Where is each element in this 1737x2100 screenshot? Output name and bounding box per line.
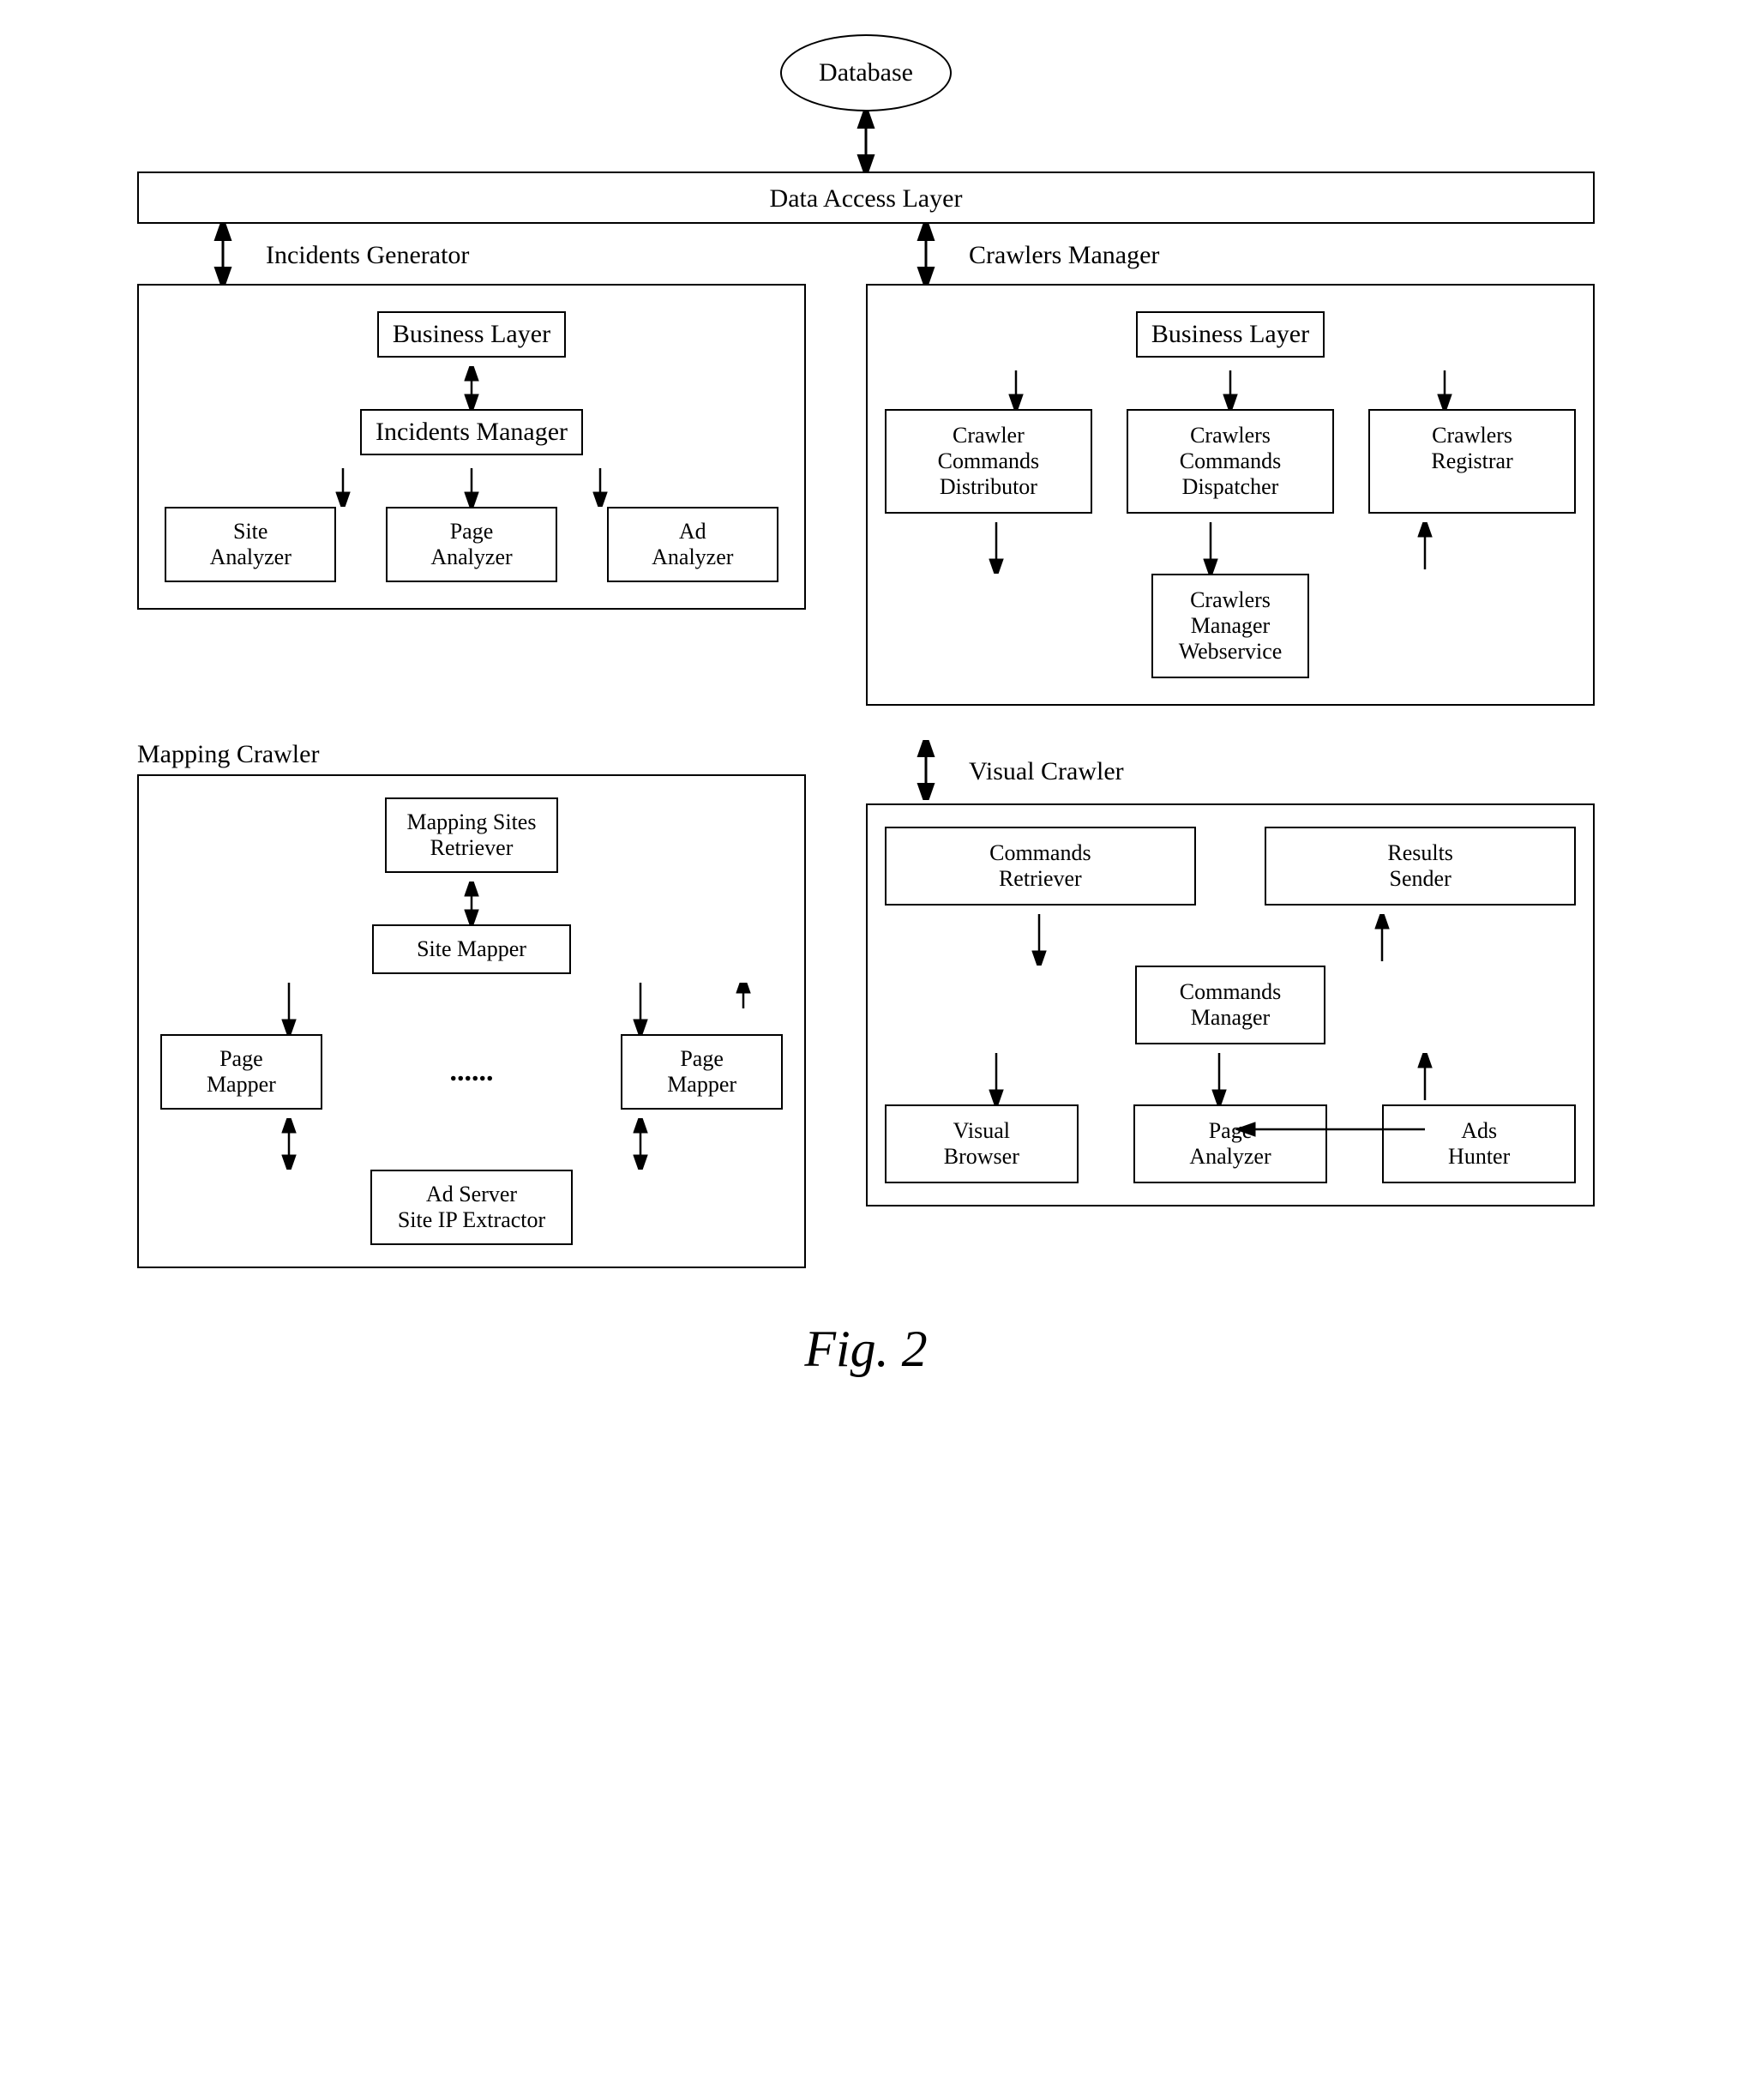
dal-to-cm-arrow [892, 224, 960, 284]
database-node: Database [780, 34, 952, 111]
sm-to-pm-arrows [160, 983, 778, 1034]
commands-retriever: CommandsRetriever [885, 827, 1196, 906]
cm-business-layer: Business Layer [1136, 311, 1325, 358]
bl-to-im-arrow [446, 366, 497, 409]
vc-outer-box: CommandsRetriever ResultsSender [866, 803, 1595, 1206]
dal-label: Data Access Layer [770, 184, 963, 213]
ig-bl-label: Business Layer [393, 320, 550, 348]
dal-to-ig-arrow [189, 224, 257, 284]
ad-analyzer: AdAnalyzer [607, 507, 778, 582]
page-analyzer: PageAnalyzer [386, 507, 557, 582]
mapping-crawler-section: Mapping Crawler Mapping SitesRetriever [137, 740, 806, 1268]
ig-outer-box: Business Layer [137, 284, 806, 610]
vc-top-row: CommandsRetriever ResultsSender [885, 827, 1576, 906]
visual-crawler-section: Visual Crawler CommandsRetriever Results… [866, 740, 1595, 1206]
ad-server-site-ip-extractor: Ad ServerSite IP Extractor [370, 1170, 573, 1245]
crawlers-manager-section: Crawlers Manager Business Layer [866, 224, 1595, 706]
components-to-webservice-arrows [885, 522, 1536, 574]
dal-bar: Data Access Layer [137, 171, 1595, 224]
crawlers-commands-dispatcher: CrawlersCommandsDispatcher [1127, 409, 1334, 514]
msr-to-sm-arrow [446, 882, 497, 924]
crawlers-manager-webservice: CrawlersManagerWebservice [1151, 574, 1310, 678]
page-mappers-row: PageMapper ...... PageMapper [160, 1034, 783, 1110]
commands-manager: CommandsManager [1135, 966, 1325, 1044]
ah-to-pa-arrow [885, 1116, 1536, 1142]
cm-title: Crawlers Manager [969, 241, 1159, 270]
crawlers-registrar: CrawlersRegistrar [1368, 409, 1576, 514]
im-label: Incidents Manager [376, 418, 568, 446]
site-analyzer: SiteAnalyzer [165, 507, 336, 582]
site-mapper: Site Mapper [372, 924, 571, 974]
cm-bl-label: Business Layer [1151, 320, 1309, 348]
bl-to-components-arrows [905, 366, 1556, 409]
im-to-analyzers-arrows [257, 464, 686, 507]
analyzers-row: SiteAnalyzer PageAnalyzer AdAnalyzer [165, 507, 778, 582]
fig-label-text: Fig. 2 [804, 1321, 927, 1377]
cm-to-bottom-arrows [885, 1053, 1536, 1104]
cr-to-cm-arrows [885, 914, 1536, 966]
database-label: Database [819, 58, 913, 87]
ig-title: Incidents Generator [266, 241, 469, 270]
page-mapper-2: PageMapper [621, 1034, 783, 1110]
ws-to-vc-arrow [892, 740, 960, 800]
mapping-sites-retriever: Mapping SitesRetriever [385, 797, 559, 873]
results-sender: ResultsSender [1265, 827, 1576, 906]
page-mapper-1: PageMapper [160, 1034, 322, 1110]
crawler-commands-distributor: CrawlerCommandsDistributor [885, 409, 1092, 514]
vc-title: Visual Crawler [969, 757, 1124, 786]
diagram-container: Database Data Access Layer [69, 34, 1663, 1379]
db-to-dal-arrow [840, 111, 892, 171]
incidents-generator-section: Incidents Generator Business Layer [137, 224, 806, 610]
ig-business-layer: Business Layer [377, 311, 566, 358]
incidents-manager: Incidents Manager [360, 409, 583, 455]
ellipsis: ...... [450, 1056, 494, 1088]
cm-outer-box: Business Layer [866, 284, 1595, 706]
cm-components-row: CrawlerCommandsDistributor CrawlersComma… [885, 409, 1576, 514]
pm-to-adserver-arrows [160, 1118, 778, 1170]
fig-label: Fig. 2 [69, 1320, 1663, 1379]
mc-outer-box: Mapping SitesRetriever [137, 774, 806, 1268]
mc-title: Mapping Crawler [137, 740, 806, 769]
